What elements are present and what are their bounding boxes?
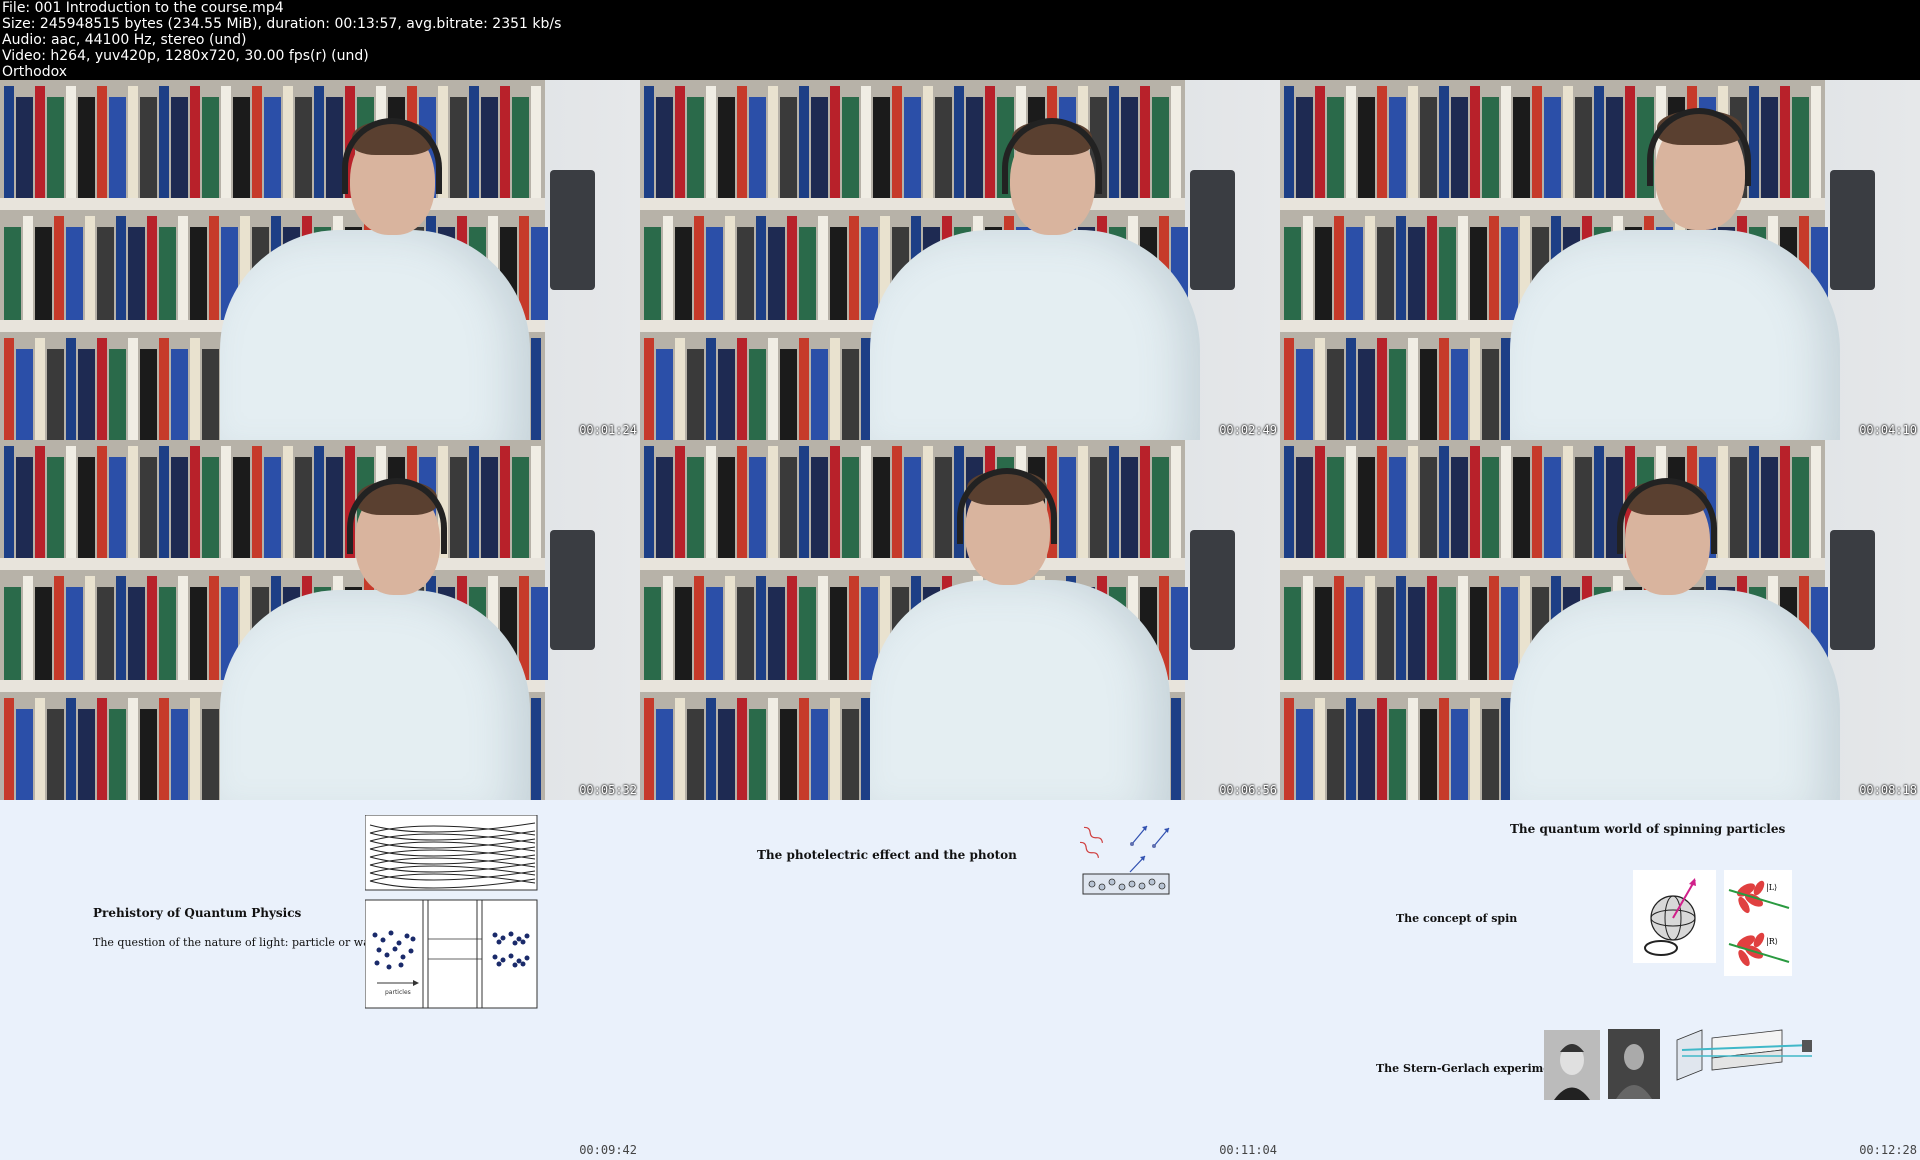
- timestamp: 00:05:32: [579, 783, 637, 797]
- thumbnail-1[interactable]: 00:01:24: [0, 80, 640, 440]
- audio-info: Audio: aac, 44100 Hz, stereo (und): [2, 32, 247, 48]
- spin-concept-label: The concept of spin: [1396, 912, 1518, 925]
- thumbnail-7[interactable]: Prehistory of Quantum Physics The questi…: [0, 800, 640, 1160]
- wall-panel: [550, 530, 595, 650]
- file-info-header: File: 001 Introduction to the course.mp4…: [0, 0, 1920, 80]
- double-slit-diagram: particles: [365, 815, 538, 1009]
- ket-l-label: |L⟩: [1766, 883, 1777, 892]
- wall-panel: [1190, 530, 1235, 650]
- wall-panel: [1830, 170, 1875, 290]
- thumbnail-8[interactable]: The photelectric effect and the photon 0…: [640, 800, 1280, 1160]
- particles-label: particles: [385, 989, 411, 996]
- wall-panel: [1190, 170, 1235, 290]
- spinning-sphere-icon: [1633, 870, 1716, 963]
- timestamp: 00:11:04: [1219, 1143, 1277, 1157]
- presenter-torso: [1510, 590, 1840, 800]
- file-name: File: 001 Introduction to the course.mp4: [2, 0, 284, 16]
- slide-text: The question of the nature of light: par…: [93, 936, 389, 949]
- thumbnail-2[interactable]: 00:02:49: [640, 80, 1280, 440]
- thumbnail-grid: 00:01:24 00:02:49 00:04:10 00:05:32 00:0…: [0, 80, 1920, 1160]
- file-size: Size: 245948515 bytes (234.55 MiB), dura…: [2, 16, 562, 32]
- portrait-photo-2: [1608, 1029, 1660, 1099]
- stern-gerlach-label: The Stern-Gerlach experiment: [1376, 1062, 1564, 1075]
- timestamp: 00:01:24: [579, 423, 637, 437]
- slide-title: The quantum world of spinning particles: [1510, 822, 1786, 836]
- timestamp: 00:08:18: [1859, 783, 1917, 797]
- thumbnail-6[interactable]: 00:08:18: [1280, 440, 1920, 800]
- tag-label: Orthodox: [2, 64, 68, 80]
- ket-r-label: |R⟩: [1766, 937, 1778, 946]
- slide-title: Prehistory of Quantum Physics: [93, 906, 302, 920]
- thumbnail-3[interactable]: 00:04:10: [1280, 80, 1920, 440]
- thumbnail-4[interactable]: 00:05:32: [0, 440, 640, 800]
- timestamp: 00:02:49: [1219, 423, 1277, 437]
- polarization-states-icon: |L⟩ |R⟩: [1724, 870, 1792, 976]
- timestamp: 00:09:42: [579, 1143, 637, 1157]
- wall-panel: [550, 170, 595, 290]
- photoelectric-diagram: [1079, 825, 1170, 895]
- thumbnail-9[interactable]: The quantum world of spinning particles …: [1280, 800, 1920, 1160]
- portrait-photo-1: [1544, 1030, 1600, 1100]
- presenter-torso: [870, 580, 1170, 800]
- presenter-torso: [220, 590, 530, 800]
- timestamp: 00:06:56: [1219, 783, 1277, 797]
- presenter-torso: [220, 230, 530, 440]
- slide-title: The photelectric effect and the photon: [757, 848, 1017, 862]
- presenter-torso: [870, 230, 1200, 440]
- timestamp: 00:04:10: [1859, 423, 1917, 437]
- stern-gerlach-apparatus-diagram: [1676, 1029, 1813, 1081]
- wall-panel: [1830, 530, 1875, 650]
- presenter-torso: [1510, 230, 1840, 440]
- video-info: Video: h264, yuv420p, 1280x720, 30.00 fp…: [2, 48, 369, 64]
- thumbnail-5[interactable]: 00:06:56: [640, 440, 1280, 800]
- timestamp: 00:12:28: [1859, 1143, 1917, 1157]
